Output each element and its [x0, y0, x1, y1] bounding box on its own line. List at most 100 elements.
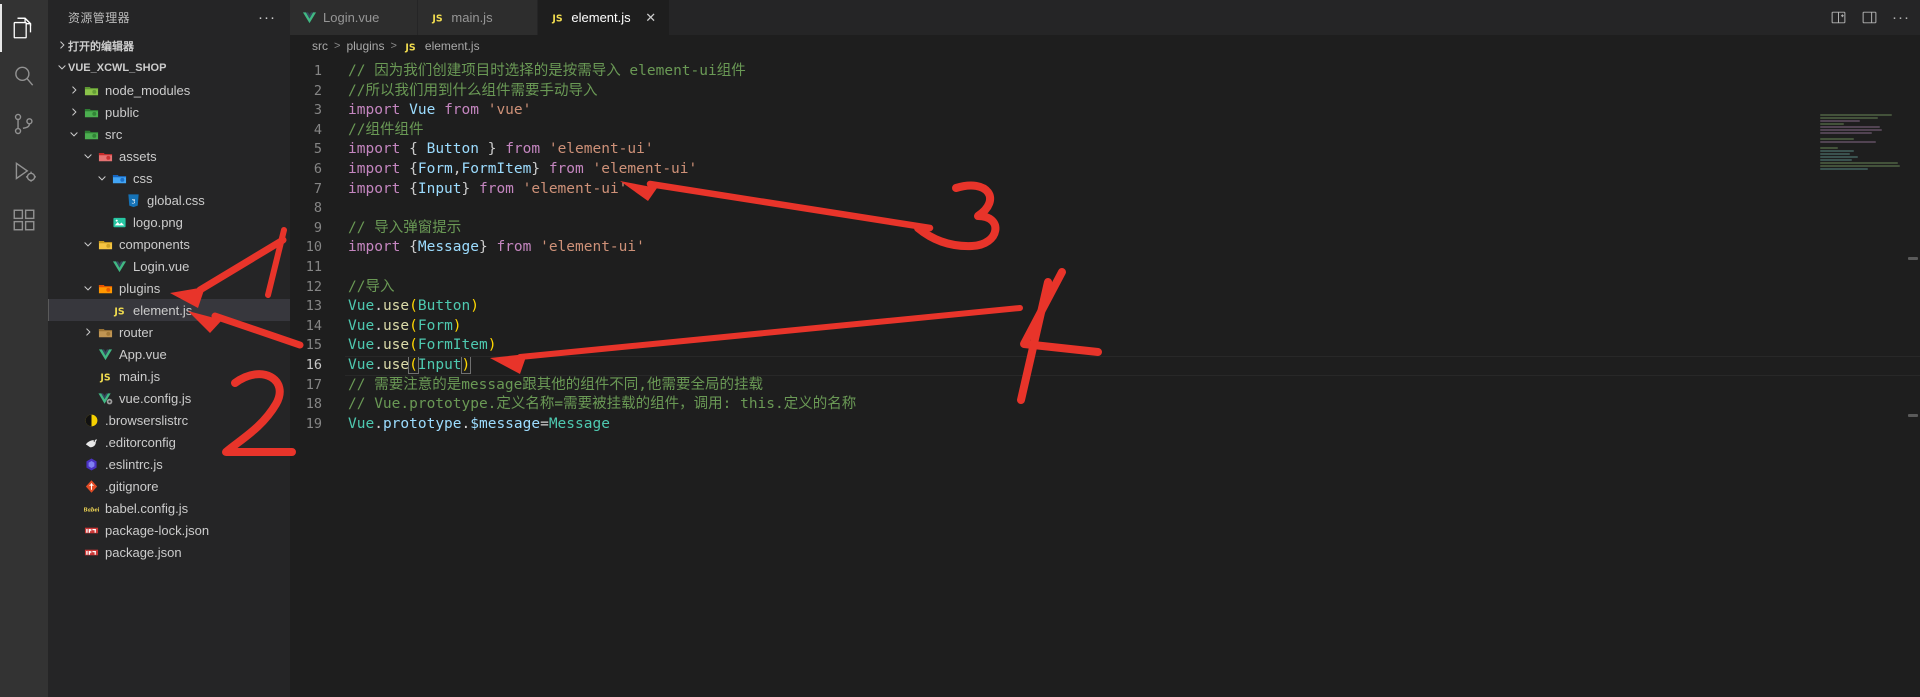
vue-file-icon — [96, 347, 114, 362]
code-line[interactable]: 16 Vue.use(Input) — [290, 355, 1920, 376]
code-line[interactable]: 12 //导入 — [290, 278, 1920, 298]
code-line[interactable]: 8 — [290, 199, 1920, 219]
svg-text:JS: JS — [99, 372, 110, 383]
tree-item-components[interactable]: components — [48, 233, 290, 255]
tree-item-app-vue[interactable]: App.vue — [48, 343, 290, 365]
code-line[interactable]: 7 import {Input} from 'element-ui' — [290, 180, 1920, 200]
code-line[interactable]: 2 //所以我们用到什么组件需要手动导入 — [290, 82, 1920, 102]
tab-close-icon[interactable] — [391, 10, 407, 26]
breadcrumb-item[interactable]: plugins — [346, 39, 384, 53]
breadcrumb-item[interactable]: src — [312, 39, 328, 53]
breadcrumb-item[interactable]: element.js — [425, 39, 480, 53]
tree-item-label: .browserslistrc — [105, 412, 189, 428]
code-line[interactable]: 4 //组件组件 — [290, 121, 1920, 141]
code-token: // Vue.prototype.定义名称=需要被挂载的组件，调用: this.… — [348, 396, 857, 413]
code-token: } — [461, 180, 471, 197]
editor-more-actions-icon[interactable]: ··· — [1892, 10, 1910, 25]
chevron-right-icon[interactable] — [66, 84, 82, 96]
tree-item-css[interactable]: css — [48, 167, 290, 189]
code-token: // 需要注意的是message跟其他的组件不同,他需要全局的挂载 — [348, 376, 764, 393]
tree-item--gitignore[interactable]: .gitignore — [48, 475, 290, 497]
code-text: // 导入弹窗提示 — [336, 219, 461, 239]
editor-tab-login-vue[interactable]: Login.vue — [290, 0, 419, 35]
tab-close-icon[interactable]: ✕ — [643, 10, 659, 26]
tree-item--browserslistrc[interactable]: .browserslistrc — [48, 409, 290, 431]
chevron-right-icon[interactable] — [66, 106, 82, 118]
code-line[interactable]: 5 import { Button } from 'element-ui' — [290, 140, 1920, 160]
code-line[interactable]: 14 Vue.use(Form) — [290, 317, 1920, 337]
code-line[interactable]: 1 // 因为我们创建项目时选择的是按需导入 element-ui组件 — [290, 62, 1920, 82]
tree-item-label: logo.png — [133, 214, 183, 230]
code-token: Input — [417, 180, 462, 197]
tree-item--editorconfig[interactable]: .editorconfig — [48, 431, 290, 453]
layout-panel-icon[interactable] — [1861, 9, 1878, 26]
activity-extensions-icon[interactable] — [0, 196, 48, 244]
chevron-down-icon[interactable] — [80, 282, 96, 294]
code-text: Vue.prototype.$message=Message — [336, 415, 610, 435]
code-text: Vue.use(Input) — [336, 355, 472, 376]
code-line[interactable]: 9 // 导入弹窗提示 — [290, 219, 1920, 239]
code-line[interactable]: 18 // Vue.prototype.定义名称=需要被挂载的组件，调用: thi… — [290, 395, 1920, 415]
tree-item-public[interactable]: public — [48, 101, 290, 123]
tree-item-package-lock-json[interactable]: package-lock.json — [48, 519, 290, 541]
editor-tab-label: Login.vue — [323, 10, 380, 25]
tree-item-node-modules[interactable]: node_modules — [48, 79, 290, 101]
chevron-down-icon[interactable] — [80, 150, 96, 162]
tree-item-label: node_modules — [105, 82, 191, 98]
tree-item-element-js[interactable]: JS element.js — [48, 299, 290, 321]
tree-item-router[interactable]: router — [48, 321, 290, 343]
project-root-row[interactable]: VUE_XCWL_SHOP — [48, 57, 290, 79]
tree-item-label: .gitignore — [105, 478, 159, 494]
code-line[interactable]: 10 import {Message} from 'element-ui' — [290, 238, 1920, 258]
code-line[interactable]: 3 import Vue from 'vue' — [290, 101, 1920, 121]
tree-item--eslintrc-js[interactable]: .eslintrc.js — [48, 453, 290, 475]
code-line[interactable]: 11 — [290, 258, 1920, 278]
code-text: Vue.use(Form) — [336, 317, 462, 337]
code-line[interactable]: 13 Vue.use(Button) — [290, 297, 1920, 317]
activity-source-control-icon[interactable] — [0, 100, 48, 148]
code-text: // 需要注意的是message跟其他的组件不同,他需要全局的挂载 — [336, 376, 763, 396]
tree-item-logo-png[interactable]: logo.png — [48, 211, 290, 233]
chevron-right-icon[interactable] — [80, 326, 96, 338]
tree-item-assets[interactable]: assets — [48, 145, 290, 167]
code-line[interactable]: 15 Vue.use(FormItem) — [290, 336, 1920, 356]
code-editor[interactable]: 1 // 因为我们创建项目时选择的是按需导入 element-ui组件 2 //所以我… — [290, 57, 1920, 697]
activity-search-icon[interactable] — [0, 52, 48, 100]
activity-run-debug-icon[interactable] — [0, 148, 48, 196]
code-line[interactable]: 17 // 需要注意的是message跟其他的组件不同,他需要全局的挂载 — [290, 376, 1920, 396]
split-editor-right-icon[interactable] — [1830, 9, 1847, 26]
code-token: ) — [452, 317, 462, 334]
tree-item-global-css[interactable]: 3 global.css — [48, 189, 290, 211]
tree-item-login-vue[interactable]: Login.vue — [48, 255, 290, 277]
tree-item-plugins[interactable]: plugins — [48, 277, 290, 299]
open-editors-section[interactable]: 打开的编辑器 — [48, 35, 290, 57]
code-line[interactable]: 19 Vue.prototype.$message=Message — [290, 415, 1920, 435]
activity-explorer-icon[interactable] — [0, 4, 48, 52]
chevron-down-icon[interactable] — [94, 172, 110, 184]
sidebar-more-actions-icon[interactable]: ··· — [252, 10, 282, 25]
chevron-down-icon[interactable] — [66, 128, 82, 140]
code-text: //导入 — [336, 278, 394, 298]
code-line[interactable]: 6 import {Form,FormItem} from 'element-ui… — [290, 160, 1920, 180]
tab-close-icon[interactable] — [505, 10, 521, 26]
code-token: ( — [408, 355, 419, 374]
tree-item-package-json[interactable]: package.json — [48, 541, 290, 563]
tree-item-vue-config-js[interactable]: vue.config.js — [48, 387, 290, 409]
line-number: 16 — [305, 356, 322, 373]
editor-tab-element-js[interactable]: JS element.js ✕ — [538, 0, 670, 35]
editor-scrollbar[interactable] — [1906, 114, 1920, 697]
editor-tab-main-js[interactable]: JS main.js — [418, 0, 539, 35]
code-text: // Vue.prototype.定义名称=需要被挂载的组件，调用: this.… — [336, 395, 856, 415]
tree-item-label: babel.config.js — [105, 500, 189, 516]
chevron-down-icon[interactable] — [80, 238, 96, 250]
tree-item-src[interactable]: src — [48, 123, 290, 145]
tree-item-main-js[interactable]: JS main.js — [48, 365, 290, 387]
code-token: { — [409, 160, 418, 177]
tree-item-babel-config-js[interactable]: Babel babel.config.js — [48, 497, 290, 519]
code-token: import — [348, 180, 401, 197]
src-folder-icon — [82, 127, 100, 142]
